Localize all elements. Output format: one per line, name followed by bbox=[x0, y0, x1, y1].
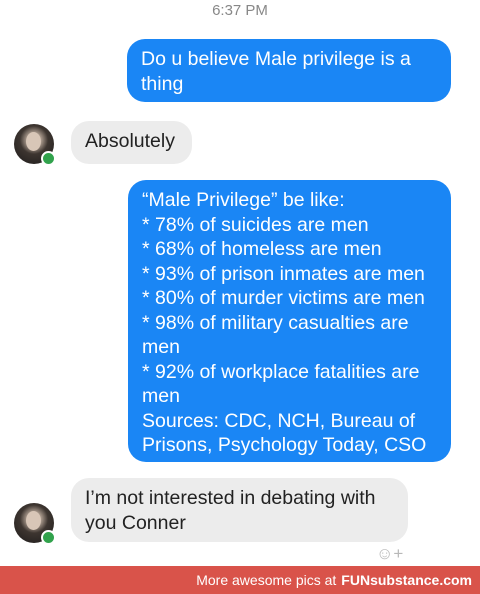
online-status-icon bbox=[41, 530, 56, 545]
message-line: Do u believe Male privilege is a bbox=[141, 48, 411, 70]
message-line: * 80% of murder victims are men bbox=[142, 287, 425, 309]
message-line: * 98% of military casualties are bbox=[142, 311, 409, 334]
received-message-bubble[interactable]: I’m not interested in debating with you … bbox=[71, 478, 408, 542]
online-status-icon bbox=[41, 151, 56, 166]
message-line: Sources: CDC, NCH, Bureau of bbox=[142, 409, 416, 432]
message-line: * 92% of workplace fatalities are bbox=[142, 360, 420, 383]
message-line: you Conner bbox=[85, 511, 186, 534]
avatar-face bbox=[26, 511, 41, 530]
add-reaction-icon[interactable]: ☺+ bbox=[376, 544, 403, 564]
footer-brand[interactable]: FUNsubstance.com bbox=[341, 572, 472, 588]
message-line: * 93% of prison inmates are men bbox=[142, 262, 425, 285]
footer-text: More awesome pics at bbox=[196, 572, 337, 588]
message-line: * 78% of suicides are men bbox=[142, 213, 369, 236]
message-line: Prisons, Psychology Today, CSO bbox=[142, 434, 427, 456]
message-line: * 68% of homeless are men bbox=[142, 238, 382, 260]
message-line: Absolutely bbox=[85, 130, 175, 152]
message-line: men bbox=[142, 336, 180, 358]
message-line: men bbox=[142, 385, 180, 407]
message-line: I’m not interested in debating with bbox=[85, 487, 376, 509]
watermark-footer: More awesome pics at FUNsubstance.com bbox=[0, 566, 480, 594]
message-line: thing bbox=[141, 72, 184, 95]
message-line: “Male Privilege” be like: bbox=[142, 189, 345, 211]
received-message-bubble[interactable]: Absolutely bbox=[71, 121, 192, 164]
avatar-face bbox=[26, 132, 41, 151]
message-timestamp: 6:37 PM bbox=[212, 2, 268, 19]
sent-message-bubble[interactable]: Do u believe Male privilege is a thing bbox=[127, 39, 451, 102]
sent-message-bubble[interactable]: “Male Privilege” be like: * 78% of suici… bbox=[128, 180, 451, 462]
